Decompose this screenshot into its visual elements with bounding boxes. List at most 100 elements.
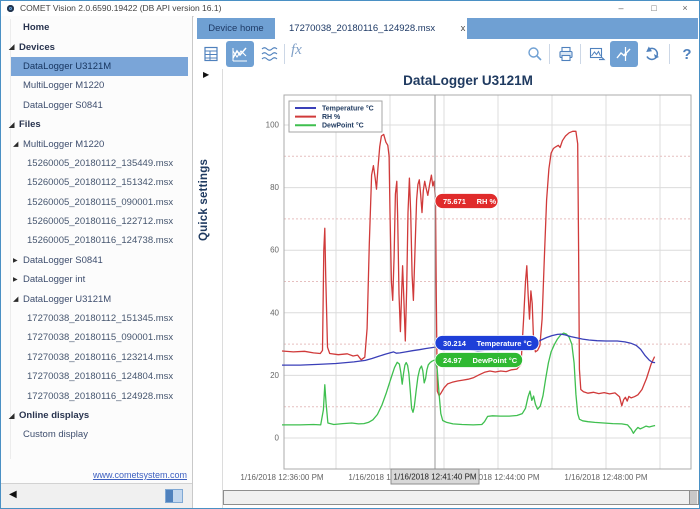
sidebar-device-custom-display[interactable]: Custom display	[1, 425, 192, 444]
panel-layout-icon[interactable]	[165, 489, 183, 503]
sidebar-file-17270038-20180112-151345-msx[interactable]: 17270038_20180112_151345.msx	[1, 309, 192, 328]
svg-text:Temperature °C: Temperature °C	[477, 339, 533, 348]
sidebar-group-datalogger-s0841[interactable]: ▶DataLogger S0841	[1, 251, 192, 270]
cursor-value-tooltip: 24.97DewPoint °C	[435, 353, 523, 368]
print-button[interactable]	[553, 41, 579, 67]
toolbar-separator	[549, 44, 550, 64]
sidebar-item-label: 15260005_20180112_151342.msx	[27, 177, 173, 188]
svg-text:1/16/2018 12:36:00 PM: 1/16/2018 12:36:00 PM	[240, 473, 324, 482]
magnifier-icon	[526, 45, 544, 63]
sidebar-file-15260005-20180116-122712-msx[interactable]: 15260005_20180116_122712.msx	[1, 212, 192, 231]
website-link[interactable]: www.cometsystem.com	[93, 470, 187, 480]
comet-vision-window: COMET Vision 2.0.6590.19422 (DB API vers…	[0, 0, 700, 509]
sidebar-device-multilogger-m1220[interactable]: MultiLogger M1220	[1, 76, 192, 95]
sidebar-item-label: Custom display	[23, 429, 88, 440]
show-marks-button[interactable]	[610, 41, 638, 67]
scrollbar-thumb[interactable]	[689, 491, 697, 504]
sidebar-item-label: DataLogger S0841	[23, 255, 103, 266]
quick-settings-strip: ▶ Quick settings	[194, 69, 223, 508]
chart-canvas[interactable]: DataLogger U3121M0204060801001/16/2018 1…	[223, 69, 700, 488]
sidebar-collapse-icon[interactable]: ◀	[9, 489, 17, 500]
sidebar-item-label: 15260005_20180116_122712.msx	[27, 216, 173, 227]
sidebar-file-15260005-20180112-151342-msx[interactable]: 15260005_20180112_151342.msx	[1, 173, 192, 192]
svg-text:75.671: 75.671	[443, 197, 466, 206]
y-axis-labels: 020406080100	[266, 121, 280, 443]
chart-panel: DataLogger U3121M0204060801001/16/2018 1…	[223, 69, 700, 488]
sidebar-item-label: Devices	[19, 42, 55, 53]
close-button[interactable]: ×	[673, 1, 697, 15]
toolbar-separator	[284, 44, 285, 64]
tab-strip-filler	[467, 18, 698, 39]
table-view-button[interactable]	[198, 41, 224, 67]
sidebar-file-17270038-20180116-124804-msx[interactable]: 17270038_20180116_124804.msx	[1, 367, 192, 386]
sidebar-section-devices[interactable]: ◢Devices	[1, 37, 192, 56]
sidebar-item-label: DataLogger U3121M	[23, 61, 111, 72]
levels-icon	[259, 45, 279, 63]
reset-zoom-button[interactable]	[640, 41, 666, 67]
minimize-button[interactable]: –	[609, 1, 633, 15]
sidebar-item-label: 17270038_20180112_151345.msx	[27, 313, 173, 324]
quick-settings-label[interactable]: Quick settings	[198, 131, 214, 241]
tree-collapsed-icon[interactable]: ▶	[13, 257, 23, 264]
tab-document[interactable]: 17270038_20180116_124928.msx	[275, 18, 467, 39]
sidebar-file-17270038-20180115-090001-msx[interactable]: 17270038_20180115_090001.msx	[1, 328, 192, 347]
svg-text:0: 0	[275, 434, 280, 443]
sidebar-item-label: 17270038_20180116_124928.msx	[27, 391, 173, 402]
toolbar: fx	[194, 39, 699, 69]
tab-device-home[interactable]: Device home	[197, 18, 275, 39]
tree-expanded-icon[interactable]: ◢	[13, 140, 23, 148]
function-fx-button[interactable]: fx	[291, 42, 302, 59]
horizontal-scrollbar[interactable]	[223, 490, 699, 505]
sidebar-file-17270038-20180116-123214-msx[interactable]: 17270038_20180116_123214.msx	[1, 348, 192, 367]
sidebar-file-15260005-20180112-135449-msx[interactable]: 15260005_20180112_135449.msx	[1, 154, 192, 173]
app-logo-icon	[7, 5, 14, 12]
sidebar-nav-home[interactable]: Home	[1, 18, 192, 37]
sidebar-device-datalogger-u3121m[interactable]: DataLogger U3121M	[11, 57, 188, 76]
sidebar-group-datalogger-int[interactable]: ▶DataLogger int	[1, 270, 192, 289]
tree-collapsed-icon[interactable]: ▶	[13, 276, 23, 283]
svg-text:1/16/2018 12:41:40 PM: 1/16/2018 12:41:40 PM	[393, 473, 477, 482]
tree-expanded-icon[interactable]: ◢	[13, 295, 23, 303]
sidebar-item-label: Online displays	[19, 410, 89, 421]
sidebar-file-17270038-20180116-124928-msx[interactable]: 17270038_20180116_124928.msx	[1, 386, 192, 405]
tree-expanded-icon[interactable]: ◢	[9, 412, 19, 420]
graph-view-button[interactable]	[226, 41, 254, 67]
svg-text:40: 40	[270, 308, 279, 317]
undo-zoom-icon	[643, 44, 663, 64]
svg-text:RH %: RH %	[477, 197, 497, 206]
help-button[interactable]: ?	[674, 41, 700, 67]
tree-expanded-icon[interactable]: ◢	[9, 43, 19, 51]
sidebar-section-files[interactable]: ◢Files	[1, 115, 192, 134]
export-image-icon	[588, 45, 606, 63]
svg-text:60: 60	[270, 246, 279, 255]
sidebar-tree: Home◢DevicesDataLogger U3121MMultiLogger…	[1, 18, 192, 445]
sidebar-file-15260005-20180116-124738-msx[interactable]: 15260005_20180116_124738.msx	[1, 231, 192, 250]
toolbar-separator	[580, 44, 581, 64]
sidebar-device-datalogger-s0841[interactable]: DataLogger S0841	[1, 96, 192, 115]
svg-text:DewPoint °C: DewPoint °C	[322, 122, 364, 130]
sidebar-item-label: 17270038_20180116_123214.msx	[27, 352, 173, 363]
svg-text:20: 20	[270, 371, 279, 380]
toolbar-separator	[669, 44, 670, 64]
levels-view-button[interactable]	[256, 41, 282, 67]
marks-cursor-icon	[614, 44, 634, 64]
sidebar-section-online-displays[interactable]: ◢Online displays	[1, 406, 192, 425]
tree-expanded-icon[interactable]: ◢	[9, 121, 19, 129]
quick-settings-expand-icon[interactable]: ▶	[203, 70, 209, 79]
sidebar-item-label: 17270038_20180116_124804.msx	[27, 371, 173, 382]
sidebar-file-15260005-20180115-090001-msx[interactable]: 15260005_20180115_090001.msx	[1, 193, 192, 212]
sidebar-item-label: 15260005_20180116_124738.msx	[27, 235, 173, 246]
svg-text:24.97: 24.97	[443, 356, 462, 365]
svg-text:RH %: RH %	[322, 114, 341, 121]
zoom-button[interactable]	[522, 41, 548, 67]
svg-text:80: 80	[270, 183, 279, 192]
svg-text:1/16/2018 12:48:00 PM: 1/16/2018 12:48:00 PM	[564, 473, 648, 482]
export-image-button[interactable]	[584, 41, 610, 67]
cursor-value-tooltip: 30.214Temperature °C	[435, 336, 539, 351]
sidebar-group-multilogger-m1220[interactable]: ◢MultiLogger M1220	[1, 134, 192, 153]
sidebar-bottom-bar: ◀	[1, 483, 192, 508]
sidebar-group-datalogger-u3121m[interactable]: ◢DataLogger U3121M	[1, 289, 192, 308]
navigation-sidebar: Home◢DevicesDataLogger U3121MMultiLogger…	[1, 16, 193, 508]
cursor-value-tooltip: 75.671 RH %	[435, 194, 498, 209]
maximize-button[interactable]: □	[642, 1, 666, 15]
